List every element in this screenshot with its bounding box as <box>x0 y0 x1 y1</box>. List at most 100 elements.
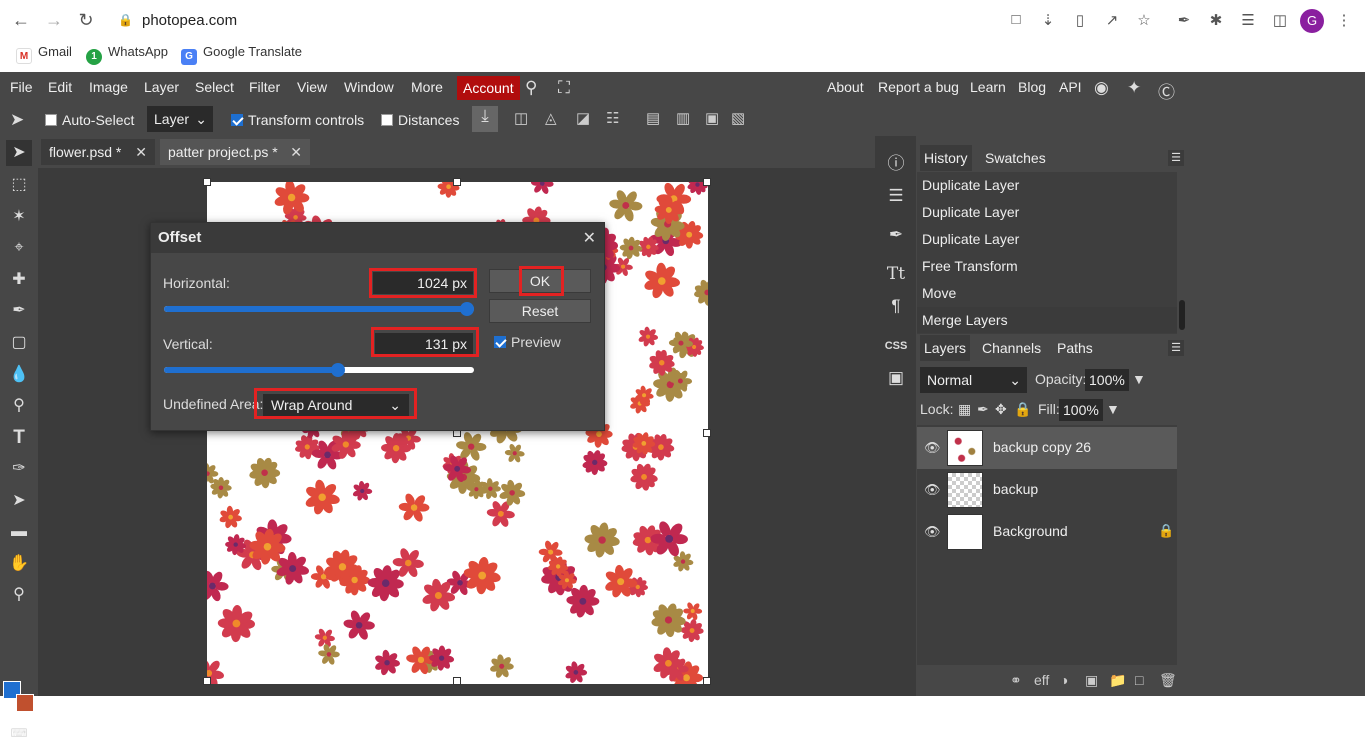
align-top-icon[interactable]: ▤ <box>646 109 660 127</box>
menu-file[interactable]: File <box>10 79 33 95</box>
eye-icon[interactable]: 👁 <box>924 440 941 456</box>
character-icon[interactable]: Tt <box>884 262 908 286</box>
panel-menu-icon[interactable]: ☰ <box>1168 340 1184 356</box>
horizontal-slider-knob[interactable] <box>460 302 474 316</box>
distances-checkbox[interactable]: Distances <box>381 112 459 128</box>
history-item[interactable]: Merge Layers <box>917 307 1177 334</box>
adjustment-layer-icon[interactable]: ◑ <box>1060 672 1068 688</box>
distances-box[interactable] <box>381 114 393 126</box>
tab-layers[interactable]: Layers <box>920 335 970 361</box>
adjustments-icon[interactable]: ☰ <box>884 184 908 208</box>
caret-down-icon[interactable]: ▼ <box>1132 371 1146 387</box>
lock-pixels-icon[interactable]: ✒ <box>977 401 989 418</box>
transform-handle[interactable] <box>703 677 711 685</box>
eye-icon[interactable]: 👁 <box>924 524 941 540</box>
trash-icon[interactable]: 🗑 <box>1159 672 1177 689</box>
keyboard-icon[interactable]: ⌨ <box>6 720 32 746</box>
menu-learn[interactable]: Learn <box>970 79 1006 95</box>
menu-about[interactable]: About <box>827 79 864 95</box>
caret-down-icon[interactable]: ▼ <box>1106 401 1120 417</box>
transform-controls-box[interactable] <box>231 114 243 126</box>
info-icon[interactable]: ⓘ <box>884 152 908 176</box>
history-item[interactable]: Duplicate Layer <box>917 172 1177 199</box>
lock-all-icon[interactable]: 🔒 <box>1014 401 1031 418</box>
opacity-input[interactable]: 100% <box>1085 369 1129 391</box>
media-icon[interactable]: ☰ <box>1238 11 1258 29</box>
hand-tool-icon[interactable]: ✋ <box>6 551 32 577</box>
layer-row[interactable]: 👁 backup <box>917 469 1177 511</box>
css-icon[interactable]: CSS <box>884 334 908 358</box>
menu-image[interactable]: Image <box>89 79 128 95</box>
dodge-tool-icon[interactable]: ⚲ <box>6 393 32 419</box>
new-layer-icon[interactable]: □ <box>1135 672 1143 688</box>
reload-icon[interactable]: ↻ <box>75 10 97 31</box>
horizontal-slider[interactable] <box>164 306 474 312</box>
align-left-icon[interactable]: ◫ <box>514 109 528 127</box>
tab-patter-project[interactable]: patter project.ps *✕ <box>160 139 310 165</box>
menu-select[interactable]: Select <box>195 79 234 95</box>
bookmark-gmail[interactable]: MGmail <box>16 44 72 64</box>
fill-input[interactable]: 100% <box>1059 399 1103 421</box>
avatar[interactable]: G <box>1300 9 1324 33</box>
distribute-h-icon[interactable]: ▧ <box>731 109 745 127</box>
layer-row[interactable]: 👁 backup copy 26 <box>917 427 1177 469</box>
magic-wand-icon[interactable]: ✶ <box>6 204 32 230</box>
crop-tool-icon[interactable]: ⌖ <box>6 235 32 261</box>
background-color-swatch[interactable] <box>16 694 34 712</box>
account-button[interactable]: Account <box>457 76 520 100</box>
kebab-menu-icon[interactable]: ⋮ <box>1334 11 1354 29</box>
preview-box[interactable] <box>494 336 506 348</box>
menu-filter[interactable]: Filter <box>249 79 280 95</box>
pen-tool-icon[interactable]: ✑ <box>6 456 32 482</box>
close-icon[interactable]: ✕ <box>135 139 147 165</box>
reset-button[interactable]: Reset <box>489 299 591 323</box>
gradient-tool-icon[interactable]: ▢ <box>6 330 32 356</box>
effects-icon[interactable]: eff <box>1034 672 1049 688</box>
menu-edit[interactable]: Edit <box>48 79 72 95</box>
lock-position-icon[interactable]: ✥ <box>995 401 1007 418</box>
twitter-icon[interactable]: ✦ <box>1127 78 1141 98</box>
blend-mode-select[interactable]: Normal⌄ <box>920 367 1027 393</box>
menu-layer[interactable]: Layer <box>144 79 179 95</box>
install-icon[interactable]: ⇣ <box>1038 11 1058 29</box>
path-select-icon[interactable]: ➤ <box>6 488 32 514</box>
transform-handle[interactable] <box>203 677 211 685</box>
close-icon[interactable]: ✕ <box>583 228 596 248</box>
facebook-icon[interactable]: Ⓒ <box>1158 78 1175 103</box>
blur-tool-icon[interactable]: 💧 <box>6 362 32 388</box>
layer-select[interactable]: Layer⌄ <box>147 106 213 132</box>
type-tool-icon[interactable]: T <box>6 425 32 451</box>
move-tool-icon[interactable]: ➤ <box>6 140 32 166</box>
brush-settings-icon[interactable]: ✒ <box>884 223 908 247</box>
menu-more[interactable]: More <box>411 79 443 95</box>
auto-select-box[interactable] <box>45 114 57 126</box>
panel-menu-icon[interactable]: ☰ <box>1168 150 1184 166</box>
align-right-icon[interactable]: ◪ <box>576 109 590 127</box>
history-item[interactable]: Move <box>917 280 1177 307</box>
history-item[interactable]: Free Transform <box>917 253 1177 280</box>
transform-handle[interactable] <box>453 178 461 186</box>
align-bottom-icon[interactable]: ▣ <box>705 109 719 127</box>
shape-tool-icon[interactable]: ▬ <box>6 519 32 545</box>
auto-select-checkbox[interactable]: Auto-Select <box>45 112 134 128</box>
align-center-icon[interactable]: ◬ <box>545 109 557 127</box>
close-icon[interactable]: ✕ <box>290 139 302 165</box>
extensions-icon[interactable]: ✱ <box>1206 11 1226 29</box>
distribute-icon[interactable]: ☷ <box>606 109 619 127</box>
image-icon[interactable]: ▣ <box>884 366 908 390</box>
lock-transparency-icon[interactable]: ▦ <box>958 401 971 418</box>
align-middle-icon[interactable]: ▥ <box>676 109 690 127</box>
zoom-tool-icon[interactable]: ⚲ <box>6 582 32 608</box>
tab-flower-psd[interactable]: flower.psd *✕ <box>41 139 155 165</box>
share-icon[interactable]: ↗ <box>1102 11 1122 29</box>
page-icon[interactable]: ▯ <box>1070 11 1090 29</box>
menu-blog[interactable]: Blog <box>1018 79 1046 95</box>
bookmark-whatsapp[interactable]: 1WhatsApp <box>86 44 168 65</box>
history-item[interactable]: Duplicate Layer <box>917 199 1177 226</box>
fullscreen-icon[interactable]: ⛶ <box>558 78 570 98</box>
tab-history[interactable]: History <box>920 145 972 171</box>
history-scrollbar[interactable] <box>1179 300 1185 330</box>
search-icon[interactable]: ⚲ <box>525 78 537 98</box>
transform-handle[interactable] <box>453 677 461 685</box>
bookmark-google-translate[interactable]: GGoogle Translate <box>181 44 302 65</box>
